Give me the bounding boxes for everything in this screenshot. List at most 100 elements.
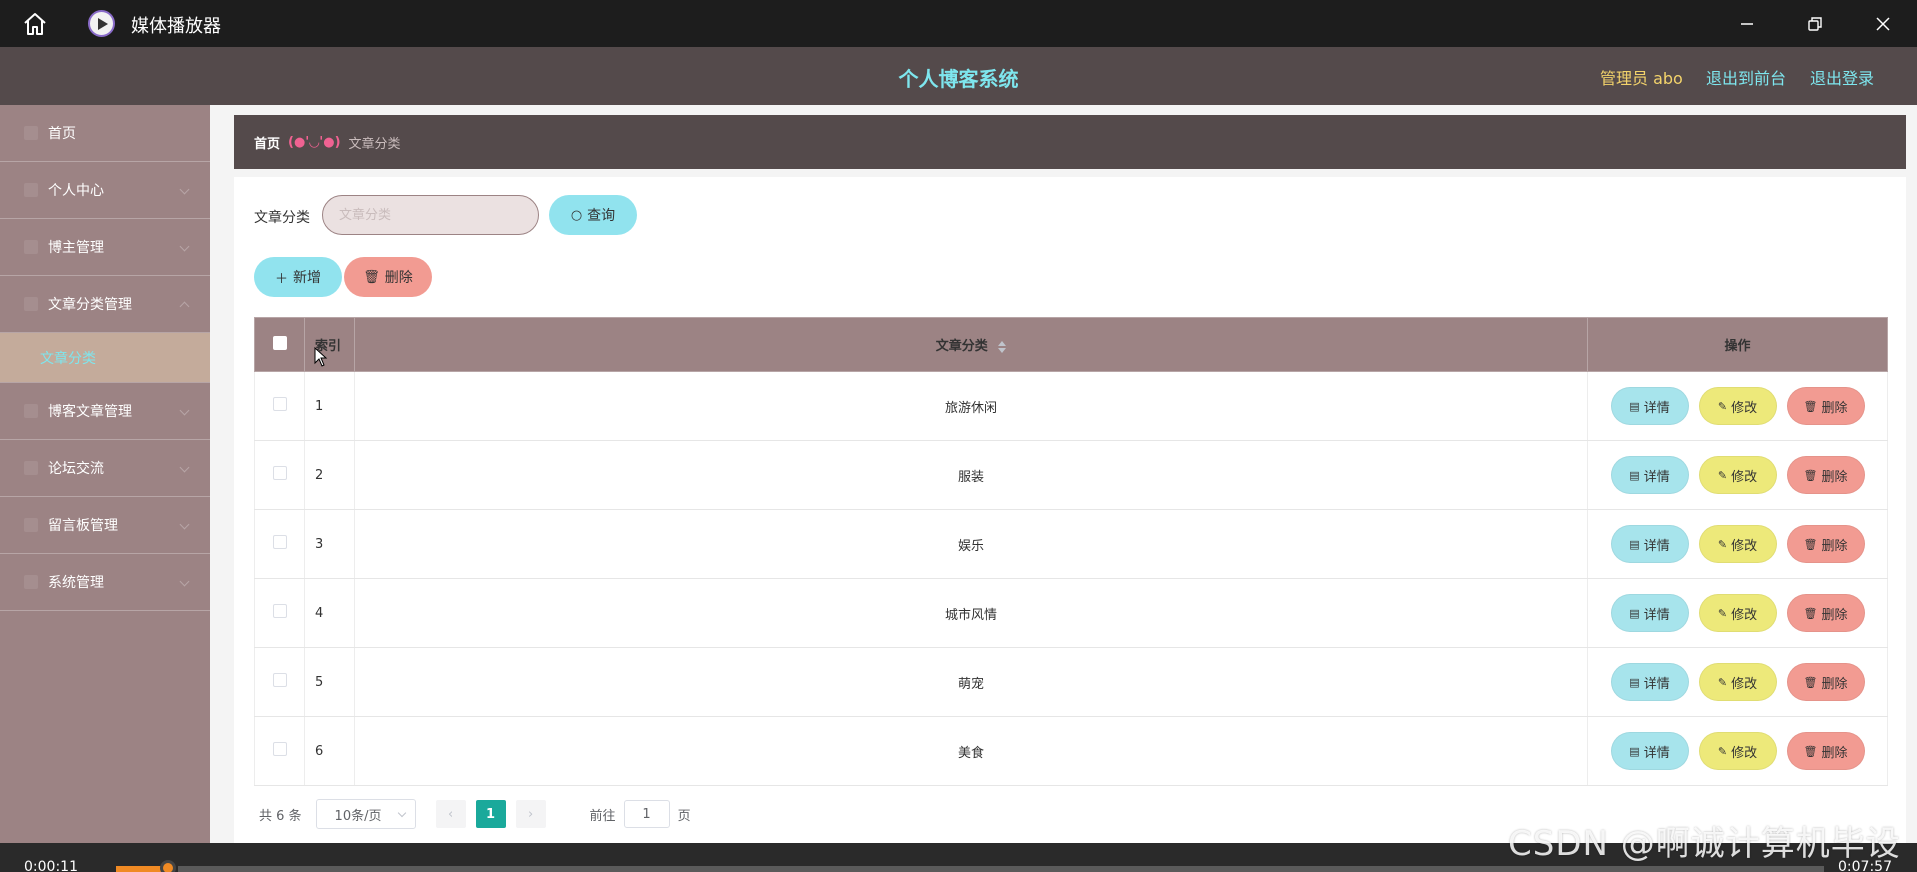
trash-icon: 🗑 xyxy=(1803,675,1818,689)
main-content: 首页 (●'◡'●) 文章分类 文章分类 ○ 查询 ＋ 新增 🗑 删除 索引 文… xyxy=(210,105,1917,872)
row-actions: ▤ 详情 ✎ 修改 🗑 删除 xyxy=(1587,440,1888,510)
chevron-down-icon xyxy=(179,241,190,252)
seek-handle[interactable] xyxy=(160,860,176,872)
delete-button[interactable]: 🗑 删除 xyxy=(1786,732,1865,770)
pencil-icon: ✎ xyxy=(1717,744,1728,758)
sidebar-item-label: 个人中心 xyxy=(48,183,104,199)
sidebar-item-label: 首页 xyxy=(48,126,76,142)
logout-link[interactable]: 退出登录 xyxy=(1810,65,1874,89)
sidebar-item-category-management[interactable]: 文章分类管理 xyxy=(0,276,210,333)
row-category: 美食 xyxy=(354,716,1588,786)
restore-icon[interactable] xyxy=(1800,10,1830,38)
exit-to-front-link[interactable]: 退出到前台 xyxy=(1706,65,1786,89)
detail-button[interactable]: ▤ 详情 xyxy=(1610,594,1689,632)
home-icon[interactable] xyxy=(22,12,48,36)
add-button-label: 新增 xyxy=(293,270,321,286)
chevron-down-icon xyxy=(179,519,190,530)
sidebar-item-blogger-management[interactable]: 博主管理 xyxy=(0,219,210,276)
sidebar-item-message-board[interactable]: 留言板管理 xyxy=(0,497,210,554)
delete-label: 删除 xyxy=(1821,607,1848,623)
edit-button[interactable]: ✎ 修改 xyxy=(1698,663,1777,701)
player-titlebar: 媒体播放器 xyxy=(0,0,1917,47)
delete-button[interactable]: 🗑 删除 xyxy=(1786,456,1865,494)
row-index: 4 xyxy=(304,578,355,648)
article-icon xyxy=(24,404,38,418)
delete-label: 删除 xyxy=(1821,676,1848,692)
trash-icon: 🗑 xyxy=(1803,744,1818,758)
total-count: 共 6 条 xyxy=(259,808,302,824)
detail-button[interactable]: ▤ 详情 xyxy=(1610,663,1689,701)
delete-button[interactable]: 🗑 删除 xyxy=(1786,594,1865,632)
content-panel: 文章分类 ○ 查询 ＋ 新增 🗑 删除 索引 文章分类 xyxy=(234,177,1906,872)
sidebar-item-personal-center[interactable]: 个人中心 xyxy=(0,162,210,219)
detail-button[interactable]: ▤ 详情 xyxy=(1610,525,1689,563)
page-size-select[interactable]: 10条/页 xyxy=(315,799,416,829)
seek-track[interactable] xyxy=(178,866,1824,872)
delete-button[interactable]: 🗑 删除 xyxy=(1786,663,1865,701)
search-icon: ○ xyxy=(570,207,583,223)
add-button[interactable]: ＋ 新增 xyxy=(254,257,342,297)
sidebar-item-forum[interactable]: 论坛交流 xyxy=(0,440,210,497)
pencil-icon: ✎ xyxy=(1717,468,1728,482)
row-checkbox[interactable] xyxy=(272,604,287,618)
category-header[interactable]: 文章分类 xyxy=(354,317,1588,372)
minimize-icon[interactable] xyxy=(1732,10,1762,38)
row-actions: ▤ 详情 ✎ 修改 🗑 删除 xyxy=(1587,578,1888,648)
chevron-down-icon xyxy=(179,405,190,416)
detail-button[interactable]: ▤ 详情 xyxy=(1610,732,1689,770)
delete-label: 删除 xyxy=(1821,400,1848,416)
row-checkbox[interactable] xyxy=(272,673,287,687)
row-checkbox[interactable] xyxy=(272,397,287,411)
sidebar-subitem-category[interactable]: 文章分类 xyxy=(0,333,210,383)
document-icon: ▤ xyxy=(1629,468,1640,482)
detail-label: 详情 xyxy=(1643,469,1670,485)
delete-button[interactable]: 🗑 删除 xyxy=(1786,387,1865,425)
edit-button[interactable]: ✎ 修改 xyxy=(1698,525,1777,563)
current-user: 管理员 abo xyxy=(1600,69,1683,88)
document-icon: ▤ xyxy=(1629,399,1640,413)
edit-button[interactable]: ✎ 修改 xyxy=(1698,732,1777,770)
edit-label: 修改 xyxy=(1731,538,1758,554)
goto-page-input[interactable] xyxy=(623,800,670,828)
search-label: 文章分类 xyxy=(254,210,310,226)
edit-label: 修改 xyxy=(1731,745,1758,761)
sidebar: 首页 个人中心 博主管理 文章分类管理 文章分类 博客文章管理 论坛交流 留言板… xyxy=(0,105,210,872)
sidebar-item-home[interactable]: 首页 xyxy=(0,105,210,162)
category-search-input[interactable] xyxy=(322,195,539,235)
table-row: 5 萌宠 ▤ 详情 ✎ 修改 🗑 删除 xyxy=(254,647,1888,717)
watermark: CSDN @啊诚计算机毕设 xyxy=(1508,824,1901,864)
sort-icon[interactable] xyxy=(998,340,1007,353)
row-checkbox[interactable] xyxy=(272,742,287,756)
close-icon[interactable] xyxy=(1868,10,1898,38)
table-row: 3 娱乐 ▤ 详情 ✎ 修改 🗑 删除 xyxy=(254,509,1888,579)
sidebar-item-label: 文章分类管理 xyxy=(48,297,132,313)
edit-label: 修改 xyxy=(1731,469,1758,485)
row-checkbox[interactable] xyxy=(272,466,287,480)
chevron-down-icon xyxy=(397,808,406,818)
row-actions: ▤ 详情 ✎ 修改 🗑 删除 xyxy=(1587,647,1888,717)
detail-button[interactable]: ▤ 详情 xyxy=(1610,387,1689,425)
edit-button[interactable]: ✎ 修改 xyxy=(1698,594,1777,632)
detail-button[interactable]: ▤ 详情 xyxy=(1610,456,1689,494)
edit-button[interactable]: ✎ 修改 xyxy=(1698,387,1777,425)
sidebar-item-system-management[interactable]: 系统管理 xyxy=(0,554,210,611)
prev-page-button[interactable]: ‹ xyxy=(435,800,466,828)
breadcrumb-home[interactable]: 首页 xyxy=(254,133,280,152)
page-number-current[interactable]: 1 xyxy=(475,800,506,828)
document-icon: ▤ xyxy=(1629,744,1640,758)
query-button[interactable]: ○ 查询 xyxy=(549,195,637,235)
edit-button[interactable]: ✎ 修改 xyxy=(1698,456,1777,494)
row-checkbox[interactable] xyxy=(272,535,287,549)
bulk-delete-button[interactable]: 🗑 删除 xyxy=(344,257,432,297)
row-category: 服装 xyxy=(354,440,1588,510)
row-checkbox-cell xyxy=(254,647,305,717)
delete-button[interactable]: 🗑 删除 xyxy=(1786,525,1865,563)
sidebar-item-article-management[interactable]: 博客文章管理 xyxy=(0,383,210,440)
delete-button-label: 删除 xyxy=(384,270,413,286)
next-page-button[interactable]: › xyxy=(515,800,546,828)
table-row: 4 城市风情 ▤ 详情 ✎ 修改 🗑 删除 xyxy=(254,578,1888,648)
chevron-right-icon: › xyxy=(527,806,534,822)
delete-label: 删除 xyxy=(1821,469,1848,485)
trash-icon: 🗑 xyxy=(1803,468,1818,482)
select-all-checkbox[interactable] xyxy=(272,335,287,350)
